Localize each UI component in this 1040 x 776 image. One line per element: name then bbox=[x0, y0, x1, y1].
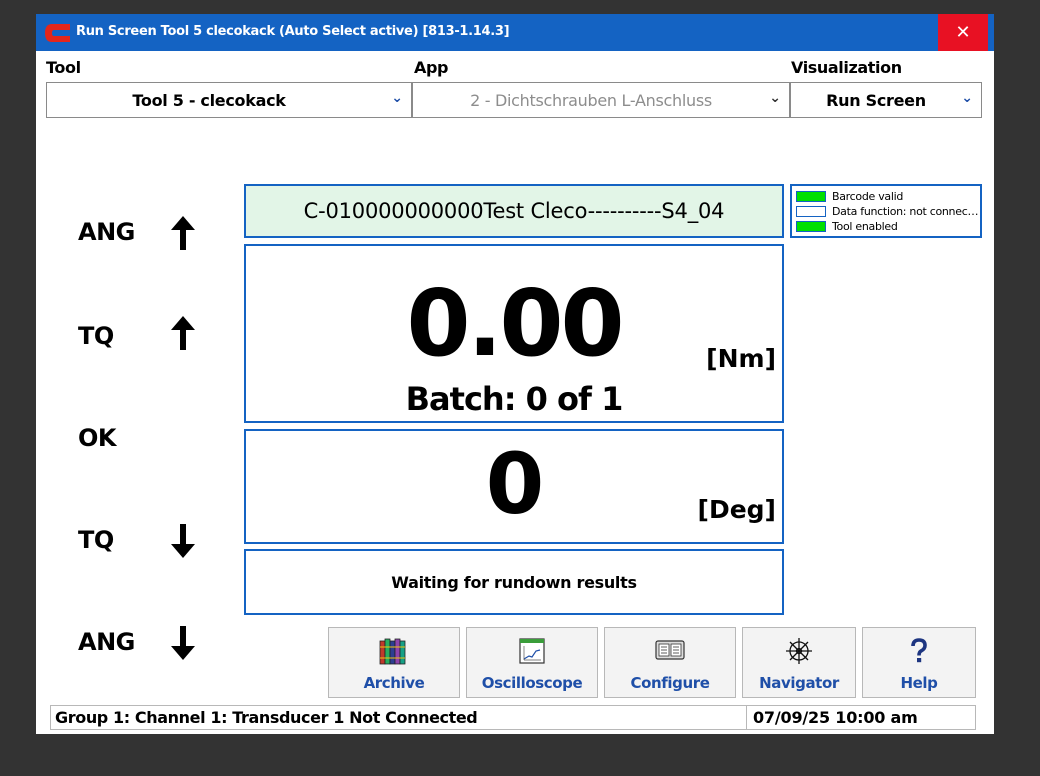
legend-item: Data function: not connected bbox=[796, 204, 980, 219]
help-button[interactable]: Help bbox=[862, 627, 976, 698]
legend-swatch bbox=[796, 221, 826, 232]
status-legend: Barcode valid Data function: not connect… bbox=[790, 184, 982, 238]
angle-high-label: ANG bbox=[78, 218, 135, 246]
torque-low-label: TQ bbox=[78, 526, 114, 554]
arrow-up-icon bbox=[171, 216, 195, 250]
archive-label: Archive bbox=[363, 674, 425, 692]
oscilloscope-button[interactable]: Oscilloscope bbox=[466, 627, 598, 698]
app-select[interactable]: 2 - Dichtschrauben L-Anschluss ⌄ bbox=[412, 82, 790, 118]
window-title: Run Screen Tool 5 clecokack (Auto Select… bbox=[76, 24, 510, 39]
configure-button[interactable]: Configure bbox=[604, 627, 736, 698]
visualization-label: Visualization bbox=[791, 58, 902, 77]
chevron-down-icon: ⌄ bbox=[769, 90, 781, 106]
app-select-value: 2 - Dichtschrauben L-Anschluss bbox=[470, 90, 712, 110]
question-icon bbox=[911, 638, 927, 663]
chevron-down-icon: ⌄ bbox=[961, 90, 973, 106]
legend-swatch bbox=[796, 206, 826, 217]
legend-swatch bbox=[796, 191, 826, 202]
angle-display: 0 [Deg] bbox=[244, 429, 784, 544]
torque-high-label: TQ bbox=[78, 322, 114, 350]
arrow-up-icon bbox=[171, 316, 195, 350]
run-screen-window: Run Screen Tool 5 clecokack (Auto Select… bbox=[36, 14, 994, 734]
tool-select[interactable]: Tool 5 - clecokack ⌄ bbox=[46, 82, 412, 118]
visualization-select-value: Run Screen bbox=[826, 90, 926, 110]
angle-unit: [Deg] bbox=[697, 495, 776, 524]
app-label: App bbox=[414, 58, 449, 77]
help-label: Help bbox=[900, 674, 938, 692]
legend-label: Barcode valid bbox=[832, 190, 904, 203]
legend-item: Tool enabled bbox=[796, 219, 980, 234]
arrow-down-icon bbox=[171, 626, 195, 660]
cleco-logo-icon bbox=[45, 24, 70, 42]
legend-item: Barcode valid bbox=[796, 189, 980, 204]
oscilloscope-icon bbox=[519, 638, 545, 664]
ship-wheel-icon bbox=[786, 638, 812, 664]
rundown-status: Waiting for rundown results bbox=[244, 549, 784, 615]
result-label: OK bbox=[78, 424, 117, 452]
legend-label: Data function: not connected bbox=[832, 205, 980, 218]
torque-display: 0.00 [Nm] Batch: 0 of 1 bbox=[244, 244, 784, 423]
batch-counter: Batch: 0 of 1 bbox=[405, 380, 624, 418]
legend-label: Tool enabled bbox=[832, 220, 898, 233]
status-bar-datetime: 07/09/25 10:00 am bbox=[746, 705, 976, 730]
torque-value: 0.00 bbox=[406, 270, 625, 377]
arrow-down-icon bbox=[171, 524, 195, 558]
visualization-select[interactable]: Run Screen ⌄ bbox=[790, 82, 982, 118]
close-button[interactable]: ✕ bbox=[938, 14, 988, 51]
barcode-display: C-010000000000Test Cleco----------S4_04 bbox=[244, 184, 784, 238]
chevron-down-icon: ⌄ bbox=[391, 90, 403, 106]
tool-label: Tool bbox=[46, 58, 81, 77]
configure-label: Configure bbox=[630, 674, 710, 692]
title-bar: Run Screen Tool 5 clecokack (Auto Select… bbox=[36, 14, 994, 51]
panel-icon bbox=[655, 640, 685, 660]
navigator-button[interactable]: Navigator bbox=[742, 627, 856, 698]
oscilloscope-label: Oscilloscope bbox=[481, 674, 583, 692]
angle-low-label: ANG bbox=[78, 628, 135, 656]
navigator-label: Navigator bbox=[759, 674, 839, 692]
archive-button[interactable]: Archive bbox=[328, 627, 460, 698]
close-icon: ✕ bbox=[955, 22, 971, 43]
torque-unit: [Nm] bbox=[706, 344, 776, 373]
tool-select-value: Tool 5 - clecokack bbox=[132, 90, 286, 110]
status-bar-message: Group 1: Channel 1: Transducer 1 Not Con… bbox=[50, 705, 746, 730]
books-icon bbox=[379, 638, 406, 665]
